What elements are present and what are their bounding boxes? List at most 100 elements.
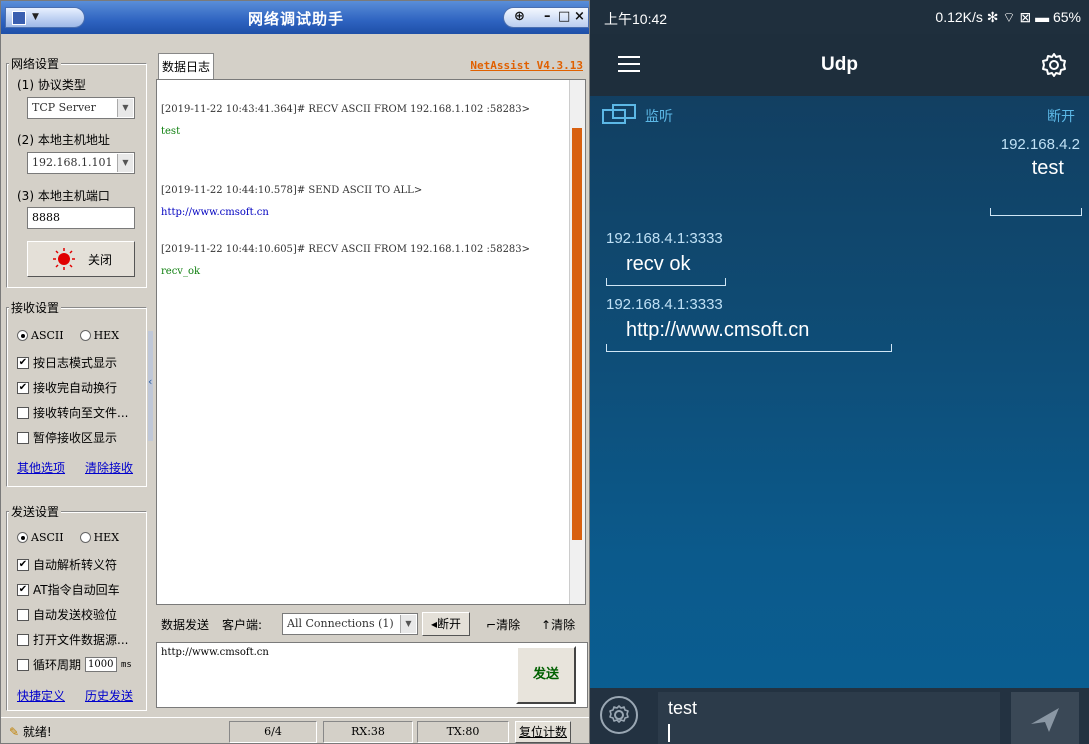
status-ready: ✎ 就绪!: [9, 725, 52, 739]
reset-count-button[interactable]: 复位计数: [515, 721, 571, 743]
send-ascii-radio[interactable]: ASCII: [17, 531, 64, 544]
client-select[interactable]: All Connections (1) ▼: [282, 613, 418, 635]
gear-icon: [609, 705, 629, 723]
phone-status-icons: 0.12K/s ✻ ⌔ ⊠ ▬ 65%: [935, 9, 1081, 25]
protocol-select[interactable]: TCP Server ▼: [27, 97, 135, 119]
host-select[interactable]: 192.168.1.101 ▼: [27, 152, 135, 174]
phone-send-button[interactable]: [1011, 692, 1079, 744]
pen-icon: ✎: [9, 725, 20, 739]
host-value: 192.168.1.101: [32, 156, 113, 169]
window-title: 网络调试助手: [247, 10, 344, 28]
app-bar: Udp: [590, 34, 1089, 96]
netassist-window: ▼ 网络调试助手 ⊕ – □ × 网络设置 (1) 协议类型 TCP Serve…: [0, 0, 590, 744]
client-label: 客户端:: [222, 618, 263, 632]
send-toolbar: 数据发送 客户端: All Connections (1) ▼ ◂断开 ⌐清除 …: [156, 611, 588, 637]
red-light-icon: [53, 248, 75, 270]
phone-status-bar: 上午10:42 0.12K/s ✻ ⌔ ⊠ ▬ 65%: [590, 0, 1089, 34]
send-option-loop[interactable]: 循环周期 1000 ms: [17, 656, 132, 673]
input-settings-button[interactable]: [600, 696, 638, 734]
recv-ascii-radio[interactable]: ASCII: [17, 329, 64, 342]
clear-recv-link[interactable]: 清除接收: [85, 459, 133, 476]
bubble-underline: [606, 342, 892, 352]
pin-icon[interactable]: ⊕: [514, 9, 525, 24]
message-item: 192.168.4.2 test: [1001, 136, 1080, 180]
protocol-label: (1) 协议类型: [17, 78, 86, 92]
more-options-link[interactable]: 其他选项: [17, 459, 65, 476]
log-line: [2019-11-22 10:44:10.605]# RECV ASCII FR…: [161, 244, 531, 255]
send-button[interactable]: 发送: [516, 646, 576, 704]
message-input-value: test: [668, 698, 698, 718]
status-count: 6/4: [229, 721, 317, 743]
scroll-thumb[interactable]: [572, 128, 582, 540]
recv-option-to-file[interactable]: 接收转向至文件...: [17, 404, 128, 421]
recv-encoding-radios: ASCII HEX: [17, 329, 131, 342]
status-rx: RX:38: [323, 721, 413, 743]
disconnect-button[interactable]: ◂断开: [422, 612, 470, 636]
message-source: 192.168.4.2: [1000, 136, 1080, 153]
monitor-icon: [602, 104, 636, 124]
send-option-checksum[interactable]: 自动发送校验位: [17, 606, 117, 623]
minimize-button[interactable]: –: [544, 9, 551, 24]
phone-screen: 上午10:42 0.12K/s ✻ ⌔ ⊠ ▬ 65% Udp 监听 断开 19…: [590, 0, 1089, 744]
send-text: http://www.cmsoft.cn: [161, 647, 269, 658]
loop-period-input[interactable]: 1000: [85, 657, 118, 672]
log-line: test: [161, 126, 181, 137]
loop-label: 循环周期: [33, 658, 82, 672]
window-controls: ⊕ – □ ×: [503, 7, 589, 28]
status-tx: TX:80: [417, 721, 509, 743]
tab-data-send[interactable]: 数据发送: [161, 616, 209, 633]
loop-unit: ms: [121, 659, 132, 670]
app-title: Udp: [821, 54, 858, 75]
net-settings-title: 网络设置: [9, 55, 62, 72]
send-hex-radio[interactable]: HEX: [79, 531, 119, 544]
phone-time: 上午10:42: [604, 11, 668, 27]
chevron-down-icon: ▼: [400, 615, 416, 633]
log-line: [2019-11-22 10:43:41.364]# RECV ASCII FR…: [161, 104, 531, 115]
log-line: [2019-11-22 10:44:10.578]# SEND ASCII TO…: [161, 185, 423, 196]
phone-disconnect-button[interactable]: 断开: [1047, 106, 1075, 126]
send-option-file-source[interactable]: 打开文件数据源...: [17, 631, 128, 648]
gear-icon[interactable]: [1041, 52, 1067, 78]
send-option-escape[interactable]: ✔ 自动解析转义符: [17, 556, 117, 573]
text-caret: [668, 724, 670, 742]
maximize-button[interactable]: □: [558, 9, 570, 24]
recv-settings-title: 接收设置: [9, 299, 62, 316]
chevron-down-icon: ▼: [117, 154, 133, 172]
recv-option-log-mode[interactable]: ✔ 按日志模式显示: [17, 354, 117, 371]
message-source: 192.168.4.1:3333: [606, 296, 723, 313]
tab-data-log[interactable]: 数据日志: [158, 53, 214, 79]
close-connection-label: 关闭: [88, 253, 113, 267]
port-label: (3) 本地主机端口: [17, 189, 110, 203]
send-option-at-cr[interactable]: ✔ AT指令自动回车: [17, 581, 120, 598]
input-bar: test: [590, 688, 1089, 744]
brand-link[interactable]: NetAssist V4.3.13: [470, 59, 583, 72]
clear-all-button[interactable]: ↑清除: [541, 616, 575, 633]
recv-hex-radio[interactable]: HEX: [79, 329, 119, 342]
clear-send-button[interactable]: ⌐清除: [486, 616, 520, 633]
send-encoding-radios: ASCII HEX: [17, 531, 131, 544]
close-window-button[interactable]: ×: [574, 9, 585, 24]
protocol-value: TCP Server: [32, 101, 96, 114]
recv-option-pause[interactable]: 暂停接收区显示: [17, 429, 117, 446]
title-bar: ▼ 网络调试助手 ⊕ – □ ×: [1, 1, 589, 34]
history-link[interactable]: 历史发送: [85, 687, 133, 704]
listen-label[interactable]: 监听: [645, 106, 673, 126]
listen-row: 监听 断开: [590, 100, 1089, 130]
log-area[interactable]: [2019-11-22 10:43:41.364]# RECV ASCII FR…: [156, 79, 586, 605]
message-body: http://www.cmsoft.cn: [626, 319, 810, 341]
log-line: http://www.cmsoft.cn: [161, 207, 269, 218]
client-value: All Connections (1): [287, 617, 394, 630]
message-input[interactable]: test: [658, 692, 1000, 744]
recv-option-auto-newline[interactable]: ✔ 接收完自动换行: [17, 379, 117, 396]
host-label: (2) 本地主机地址: [17, 133, 110, 147]
broom-icon: ⌐: [486, 618, 497, 632]
close-connection-button[interactable]: 关闭: [27, 241, 135, 277]
message-source: 192.168.4.1:3333: [606, 230, 723, 247]
log-line: recv_ok: [161, 266, 201, 277]
log-scrollbar[interactable]: [569, 80, 585, 604]
shortcut-link[interactable]: 快捷定义: [17, 687, 65, 704]
port-input[interactable]: 8888: [27, 207, 135, 229]
message-body: recv ok: [626, 253, 691, 275]
chevron-down-icon: ▼: [117, 99, 133, 117]
status-bar: ✎ 就绪! 6/4 RX:38 TX:80 复位计数: [1, 717, 589, 743]
